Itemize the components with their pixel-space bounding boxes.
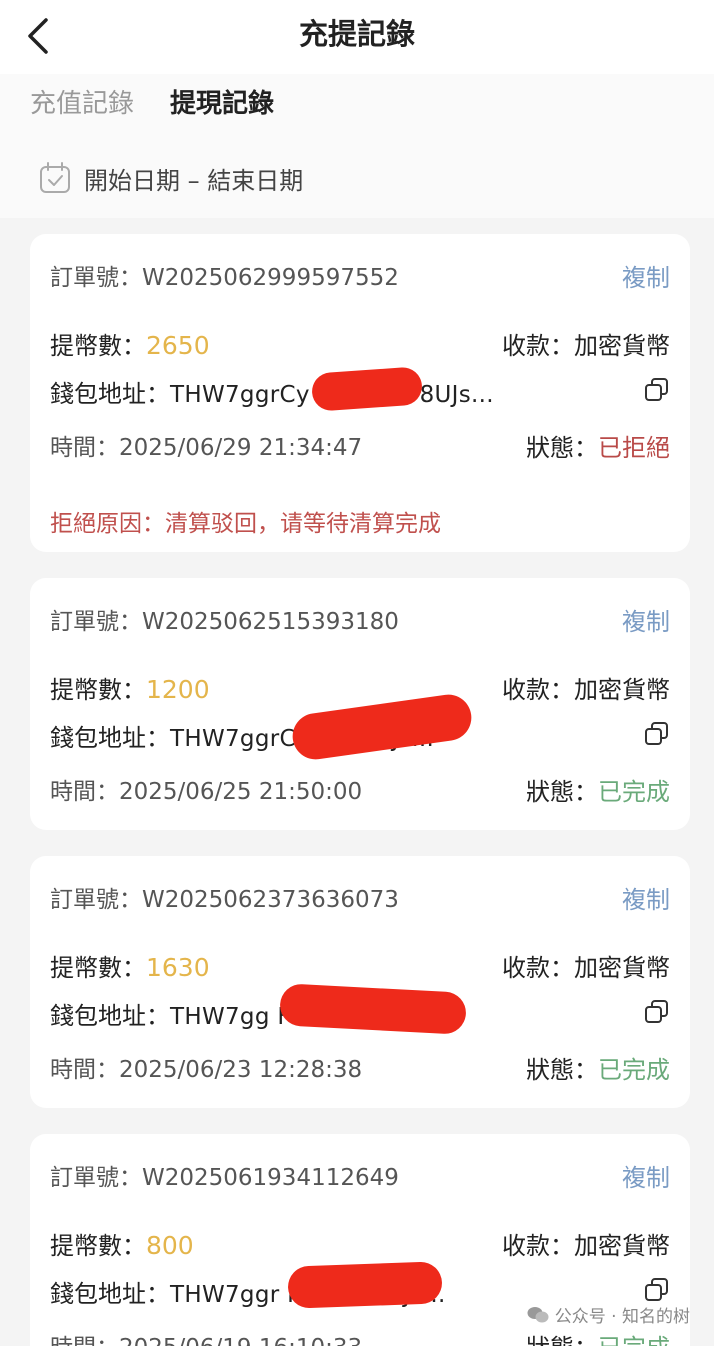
copy-order-button[interactable]: 複制 <box>622 602 670 637</box>
reject-reason-label: 拒絕原因： <box>50 511 165 537</box>
copy-order-button[interactable]: 複制 <box>622 1158 670 1193</box>
redaction-mark <box>287 1261 443 1309</box>
copy-order-button[interactable]: 複制 <box>622 258 670 293</box>
status-label: 狀態： <box>526 1334 598 1346</box>
receive-label: 收款： <box>502 954 574 982</box>
reject-reason-value: 清算驳回，请等待清算完成 <box>165 511 441 537</box>
tab-withdraw-records[interactable]: 提現記錄 <box>170 86 274 122</box>
status-label: 狀態： <box>526 778 598 806</box>
receive-value: 加密貨幣 <box>574 954 670 982</box>
receive-method: 收款：加密貨幣 <box>502 326 670 361</box>
amount-value: 1200 <box>146 675 210 704</box>
order-no-label: 訂單號： <box>50 887 142 913</box>
tab-deposit-records[interactable]: 充值記錄 <box>30 86 134 122</box>
time-row: 時間：2025/06/25 21:50:00 狀態：已完成 <box>50 772 670 806</box>
amount-row: 提幣數：1630 收款：加密貨幣 <box>50 948 670 982</box>
receive-value: 加密貨幣 <box>574 332 670 360</box>
copy-icon[interactable] <box>644 377 670 403</box>
page-title: 充提記錄 <box>298 17 415 51</box>
status-block: 狀態：已完成 <box>526 1050 670 1085</box>
date-range-label: 開始日期 – 結束日期 <box>84 166 304 195</box>
amount-row: 提幣數：2650 收款：加密貨幣 <box>50 326 670 360</box>
receive-method: 收款：加密貨幣 <box>502 948 670 983</box>
amount-value: 2650 <box>146 331 210 360</box>
status-block: 狀態：已拒絕 <box>526 428 670 463</box>
order-no-value: W2025062999597552 <box>142 265 399 291</box>
watermark: 公众号 · 知名的树 <box>527 1302 690 1327</box>
time-value: 2025/06/25 21:50:00 <box>119 779 363 805</box>
amount-label: 提幣數： <box>50 332 146 360</box>
order-no-label: 訂單號： <box>50 1165 142 1191</box>
order-row: 訂單號：W2025062515393180 複制 <box>50 602 670 636</box>
order-no-value: W2025062373636073 <box>142 887 399 913</box>
copy-icon[interactable] <box>644 999 670 1025</box>
status-block: 狀態：已完成 <box>526 1328 670 1346</box>
status-value: 已拒絕 <box>598 434 670 462</box>
order-row: 訂單號：W2025062373636073 複制 <box>50 880 670 914</box>
receive-value: 加密貨幣 <box>574 1232 670 1260</box>
watermark-text: 公众号 · 知名的树 <box>554 1307 690 1327</box>
time-label: 時間： <box>50 1057 119 1083</box>
status-value: 已完成 <box>598 778 670 806</box>
amount-row: 提幣數：1200 收款：加密貨幣 <box>50 670 670 704</box>
order-row: 訂單號：W2025062999597552 複制 <box>50 258 670 292</box>
calendar-icon <box>40 162 70 193</box>
time-row: 時間：2025/06/23 12:28:38 狀態：已完成 <box>50 1050 670 1084</box>
order-no-label: 訂單號： <box>50 265 142 291</box>
copy-icon[interactable] <box>644 721 670 747</box>
amount-row: 提幣數：800 收款：加密貨幣 <box>50 1226 670 1260</box>
date-range-picker[interactable]: 開始日期 – 結束日期 <box>38 158 303 198</box>
copy-order-button[interactable]: 複制 <box>622 880 670 915</box>
reject-reason-row: 拒絕原因：清算驳回，请等待清算完成 <box>50 504 670 538</box>
copy-icon[interactable] <box>644 1277 670 1303</box>
amount-value: 800 <box>146 1231 194 1260</box>
time-label: 時間： <box>50 435 119 461</box>
receive-method: 收款：加密貨幣 <box>502 1226 670 1261</box>
time-row: 時間：2025/06/29 21:34:47 狀態：已拒絕 <box>50 428 670 462</box>
wechat-icon <box>527 1306 549 1322</box>
record-card: 訂單號：W2025062373636073 複制 提幣數：1630 收款：加密貨… <box>30 856 690 1108</box>
receive-label: 收款： <box>502 1232 574 1260</box>
amount-label: 提幣數： <box>50 676 146 704</box>
top-bar: 充提記錄 <box>0 0 714 74</box>
time-label: 時間： <box>50 779 119 805</box>
status-value: 已完成 <box>598 1334 670 1346</box>
time-value: 2025/06/29 21:34:47 <box>119 435 363 461</box>
time-value: 2025/06/19 16:10:33 <box>119 1335 362 1346</box>
record-card: 訂單號：W2025062999597552 複制 提幣數：2650 收款：加密貨… <box>30 234 690 552</box>
wallet-label: 錢包地址： <box>50 1280 170 1308</box>
time-label: 時間： <box>50 1335 119 1346</box>
wallet-label: 錢包地址： <box>50 380 170 408</box>
receive-method: 收款：加密貨幣 <box>502 670 670 705</box>
amount-label: 提幣數： <box>50 1232 146 1260</box>
time-row: 時間：2025/06/19 16:10:33 狀態：已完成 <box>50 1328 670 1346</box>
amount-value: 1630 <box>146 953 210 982</box>
order-no-value: W2025062515393180 <box>142 609 399 635</box>
order-no-label: 訂單號： <box>50 609 142 635</box>
order-row: 訂單號：W2025061934112649 複制 <box>50 1158 670 1192</box>
time-value: 2025/06/23 12:28:38 <box>119 1057 363 1083</box>
filter-header: 充值記錄 提現記錄 開始日期 – 結束日期 <box>0 74 714 218</box>
wallet-label: 錢包地址： <box>50 1002 170 1030</box>
receive-value: 加密貨幣 <box>574 676 670 704</box>
record-card: 訂單號：W2025062515393180 複制 提幣數：1200 收款：加密貨… <box>30 578 690 830</box>
status-label: 狀態： <box>526 434 598 462</box>
status-block: 狀態：已完成 <box>526 772 670 807</box>
receive-label: 收款： <box>502 676 574 704</box>
status-label: 狀態： <box>526 1056 598 1084</box>
order-no-value: W2025061934112649 <box>142 1165 399 1191</box>
status-value: 已完成 <box>598 1056 670 1084</box>
redaction-mark <box>310 366 424 412</box>
amount-label: 提幣數： <box>50 954 146 982</box>
wallet-label: 錢包地址： <box>50 724 170 752</box>
receive-label: 收款： <box>502 332 574 360</box>
